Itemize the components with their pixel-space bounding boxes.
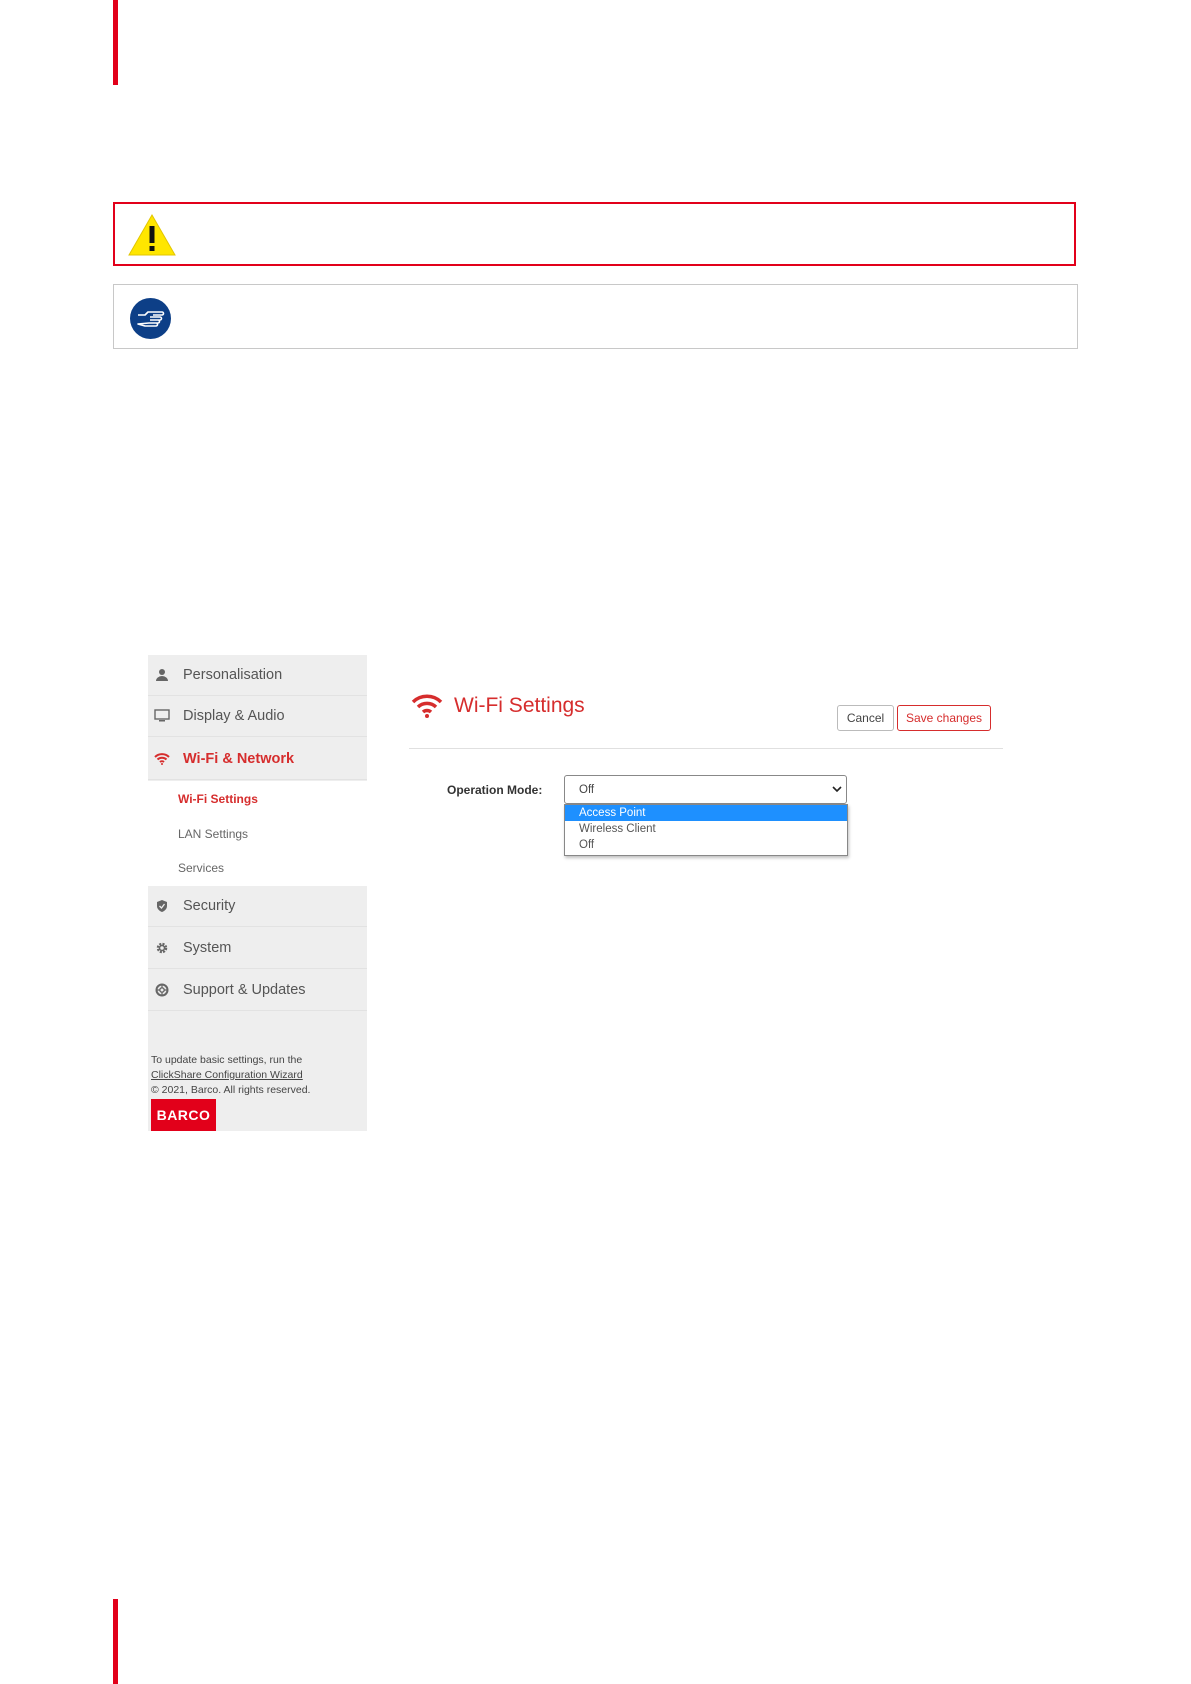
option-access-point[interactable]: Access Point bbox=[565, 805, 847, 821]
header-divider bbox=[409, 748, 1003, 749]
tip-box bbox=[113, 284, 1078, 349]
sidebar-item-label: System bbox=[183, 940, 232, 956]
warning-icon bbox=[127, 213, 177, 262]
wifi-icon bbox=[411, 693, 443, 724]
configuration-wizard-link[interactable]: ClickShare Configuration Wizard bbox=[151, 1069, 303, 1081]
wifi-icon bbox=[152, 753, 172, 765]
sidebar-item-label: Display & Audio bbox=[183, 708, 285, 724]
sidebar-item-display-audio[interactable]: Display & Audio bbox=[148, 696, 367, 737]
warning-box bbox=[113, 202, 1076, 266]
shield-icon bbox=[152, 899, 172, 913]
operation-mode-label: Operation Mode: bbox=[447, 783, 543, 797]
monitor-icon bbox=[152, 709, 172, 723]
copyright-text: © 2021, Barco. All rights reserved. bbox=[151, 1084, 311, 1096]
footer-hint: To update basic settings, run the bbox=[151, 1054, 303, 1066]
barco-logo-text: BARCO bbox=[156, 1107, 211, 1123]
cancel-button[interactable]: Cancel bbox=[837, 705, 894, 731]
sidebar-item-label: Personalisation bbox=[183, 667, 283, 683]
barco-logo: BARCO bbox=[151, 1099, 216, 1131]
sidebar-item-wifi-network[interactable]: Wi-Fi & Network bbox=[148, 739, 367, 780]
page-title: Wi-Fi Settings bbox=[454, 694, 585, 717]
operation-mode-options: Access Point Wireless Client Off bbox=[564, 804, 848, 856]
sidebar-item-personalisation[interactable]: Personalisation bbox=[148, 655, 367, 696]
subitem-lan-settings[interactable]: LAN Settings bbox=[178, 827, 248, 841]
user-icon bbox=[152, 668, 172, 682]
pointing-hand-icon bbox=[130, 298, 171, 339]
save-changes-button[interactable]: Save changes bbox=[897, 705, 991, 731]
page-margin-bar-top bbox=[113, 0, 118, 85]
sidebar-item-security[interactable]: Security bbox=[148, 886, 367, 927]
wifi-network-submenu: Wi-Fi Settings LAN Settings Services bbox=[148, 781, 367, 886]
sidebar-item-system[interactable]: System bbox=[148, 928, 367, 969]
lifebuoy-icon bbox=[152, 983, 172, 997]
subitem-wifi-settings[interactable]: Wi-Fi Settings bbox=[178, 792, 258, 806]
page-margin-bar-bottom bbox=[113, 1599, 118, 1684]
sidebar-item-support-updates[interactable]: Support & Updates bbox=[148, 970, 367, 1011]
sidebar-item-label: Security bbox=[183, 898, 236, 914]
operation-mode-select[interactable]: Off bbox=[564, 775, 847, 804]
option-off[interactable]: Off bbox=[565, 837, 847, 853]
sidebar-item-label: Wi-Fi & Network bbox=[183, 751, 295, 767]
subitem-services[interactable]: Services bbox=[178, 861, 224, 875]
operation-mode-value: Off bbox=[579, 783, 595, 796]
sidebar-item-label: Support & Updates bbox=[183, 982, 306, 998]
gear-icon bbox=[152, 941, 172, 955]
option-wireless-client[interactable]: Wireless Client bbox=[565, 821, 847, 837]
chevron-down-icon bbox=[832, 784, 842, 796]
sidebar: Personalisation Display & Audio Wi-Fi & … bbox=[148, 655, 367, 1131]
